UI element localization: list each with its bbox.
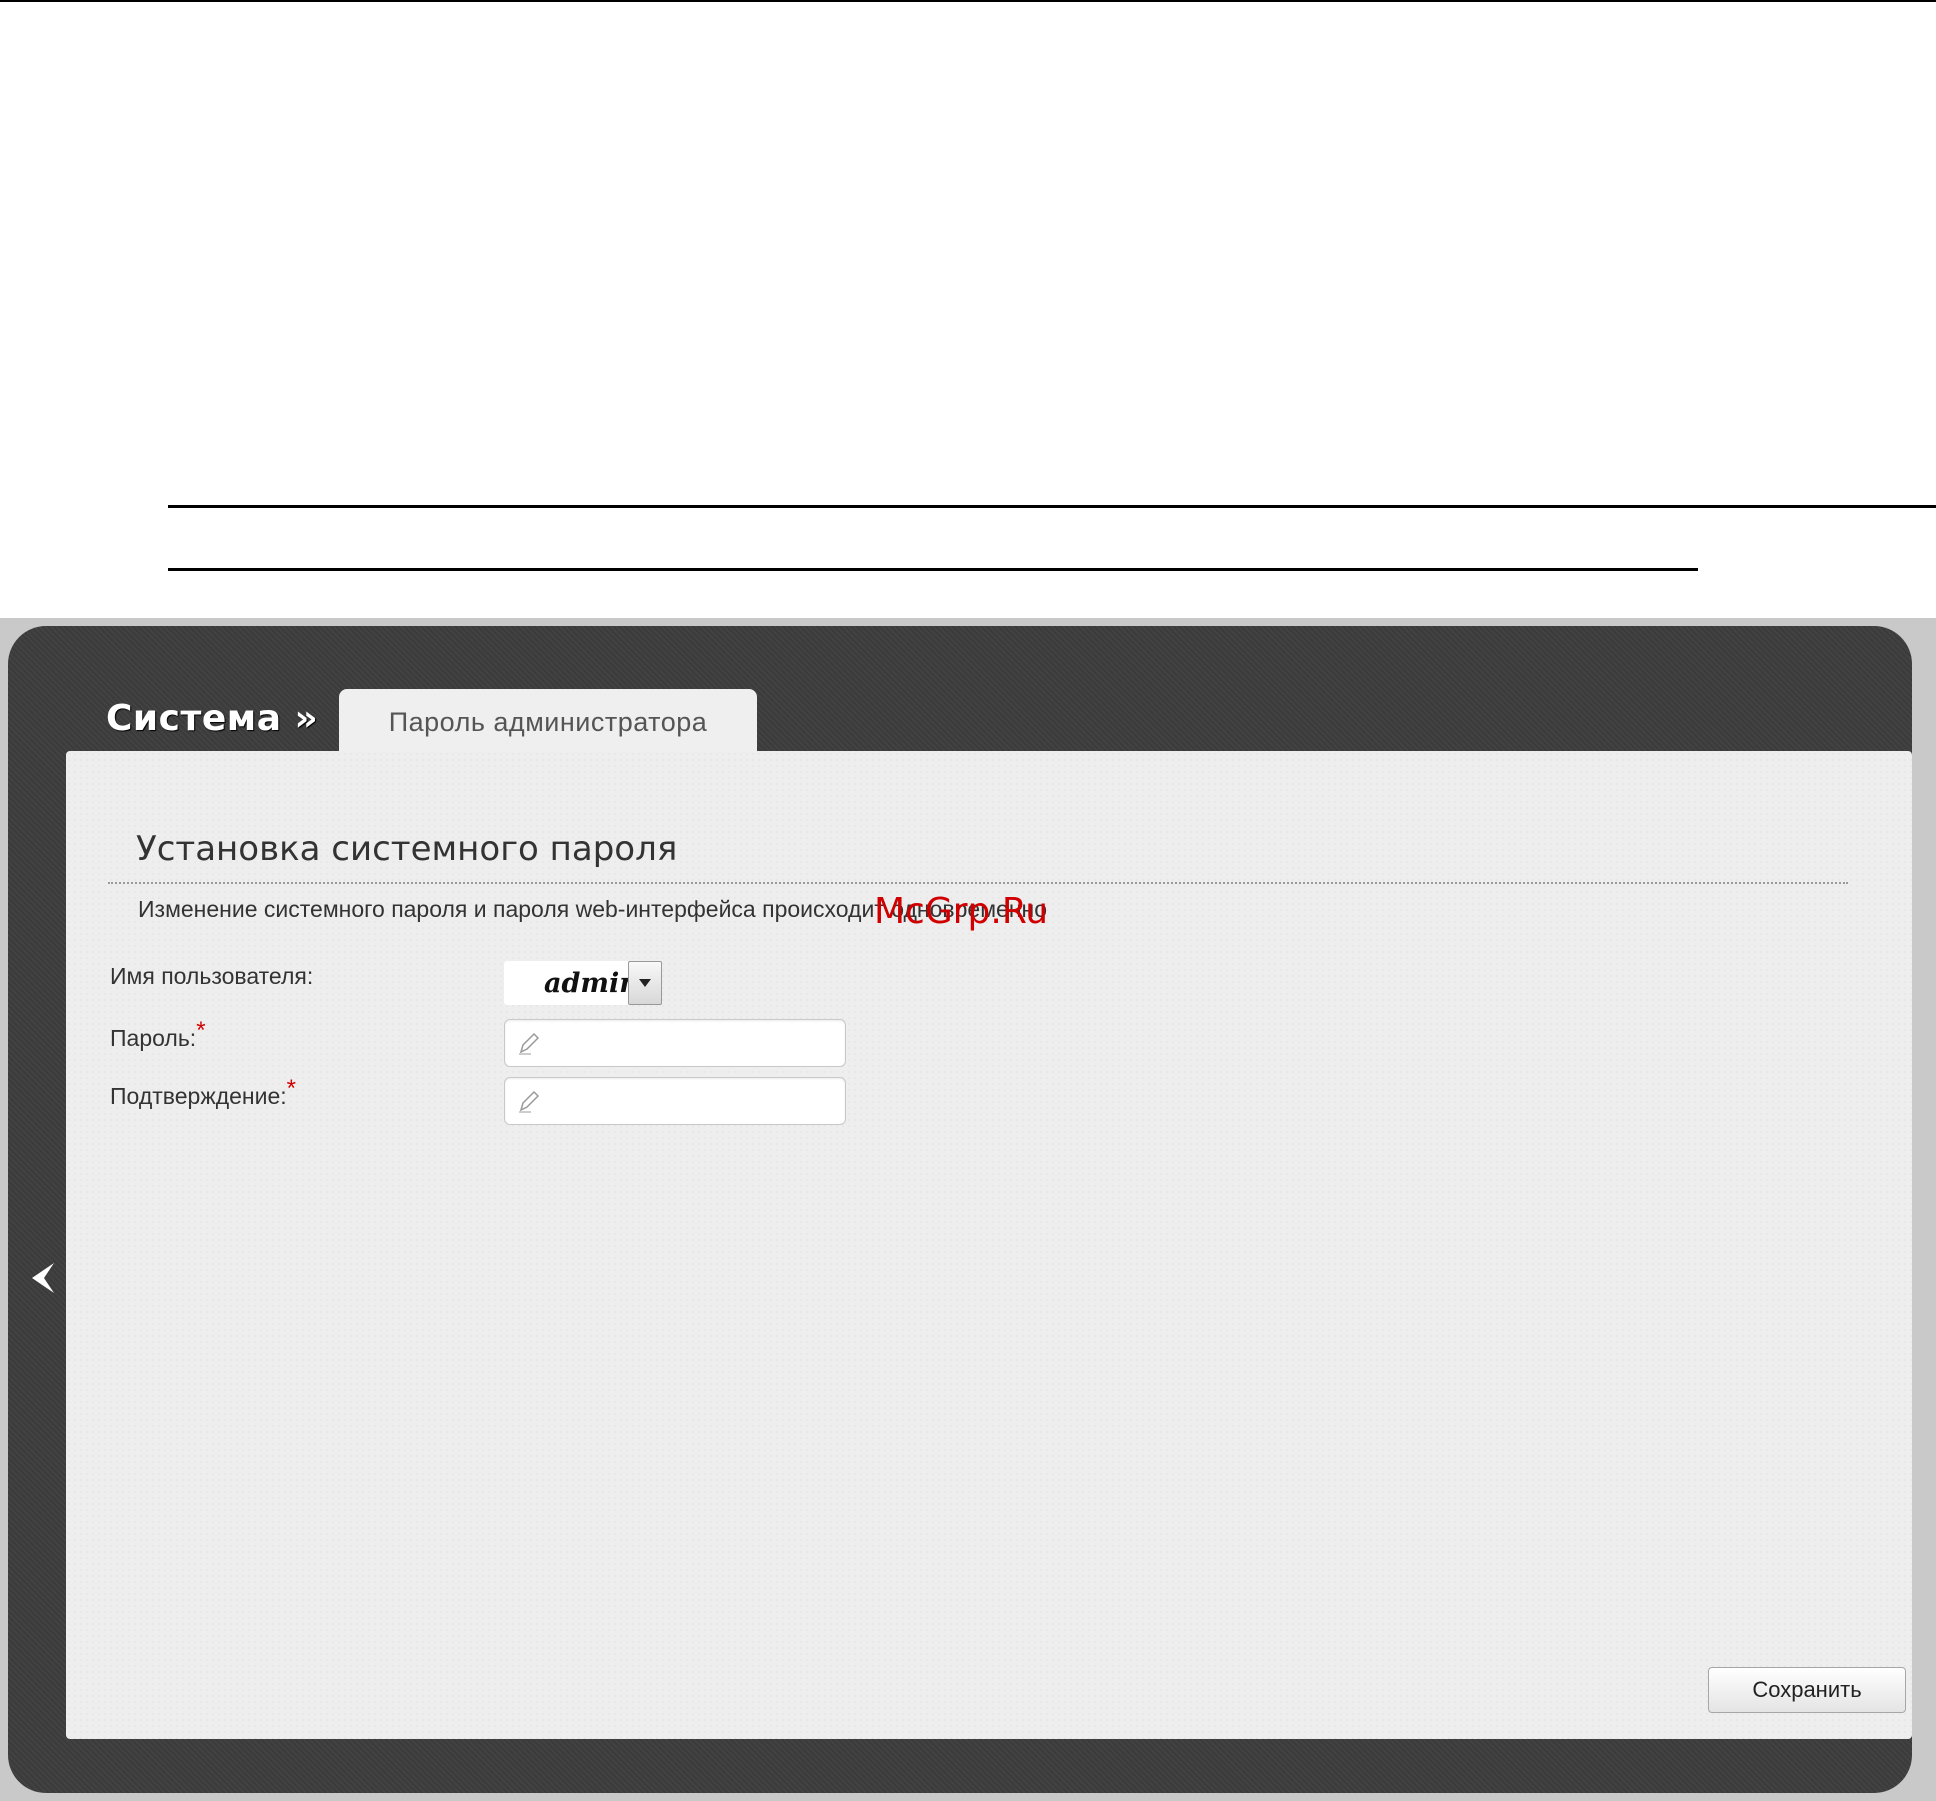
- section-title: Установка системного пароля: [136, 829, 677, 869]
- required-marker: *: [287, 1075, 296, 1102]
- save-button[interactable]: Сохранить: [1708, 1667, 1906, 1713]
- watermark: McGrp.Ru: [874, 891, 1048, 932]
- tab-admin-password[interactable]: Пароль администратора: [339, 689, 757, 755]
- username-select[interactable]: admin: [504, 961, 662, 1005]
- required-marker: *: [196, 1017, 205, 1044]
- confirm-password-field[interactable]: [504, 1077, 846, 1125]
- collapse-menu-button[interactable]: [26, 1258, 58, 1298]
- dropdown-toggle[interactable]: [628, 961, 662, 1005]
- document-rule: [168, 505, 1936, 508]
- password-label-text: Пароль:: [110, 1025, 196, 1051]
- password-field[interactable]: [504, 1019, 846, 1067]
- document-rule: [168, 568, 1698, 571]
- caret-down-icon: [638, 978, 652, 988]
- document-top-rule: [0, 0, 1936, 2]
- router-web-interface: Система » Пароль администратора Установк…: [8, 626, 1912, 1793]
- section-divider: [108, 882, 1848, 884]
- settings-panel: Установка системного пароля Изменение си…: [66, 751, 1912, 1739]
- username-select-value: admin: [544, 968, 639, 999]
- username-label: Имя пользователя:: [110, 963, 313, 990]
- pencil-icon: [513, 1028, 543, 1058]
- router-ui-screenshot: Система » Пароль администратора Установк…: [0, 618, 1936, 1801]
- breadcrumb-section[interactable]: Система »: [106, 698, 318, 739]
- chevron-left-icon: [28, 1261, 56, 1295]
- pencil-icon: [513, 1086, 543, 1116]
- confirm-label: Подтверждение:*: [110, 1083, 296, 1111]
- confirm-label-text: Подтверждение:: [110, 1083, 287, 1109]
- password-label: Пароль:*: [110, 1025, 206, 1053]
